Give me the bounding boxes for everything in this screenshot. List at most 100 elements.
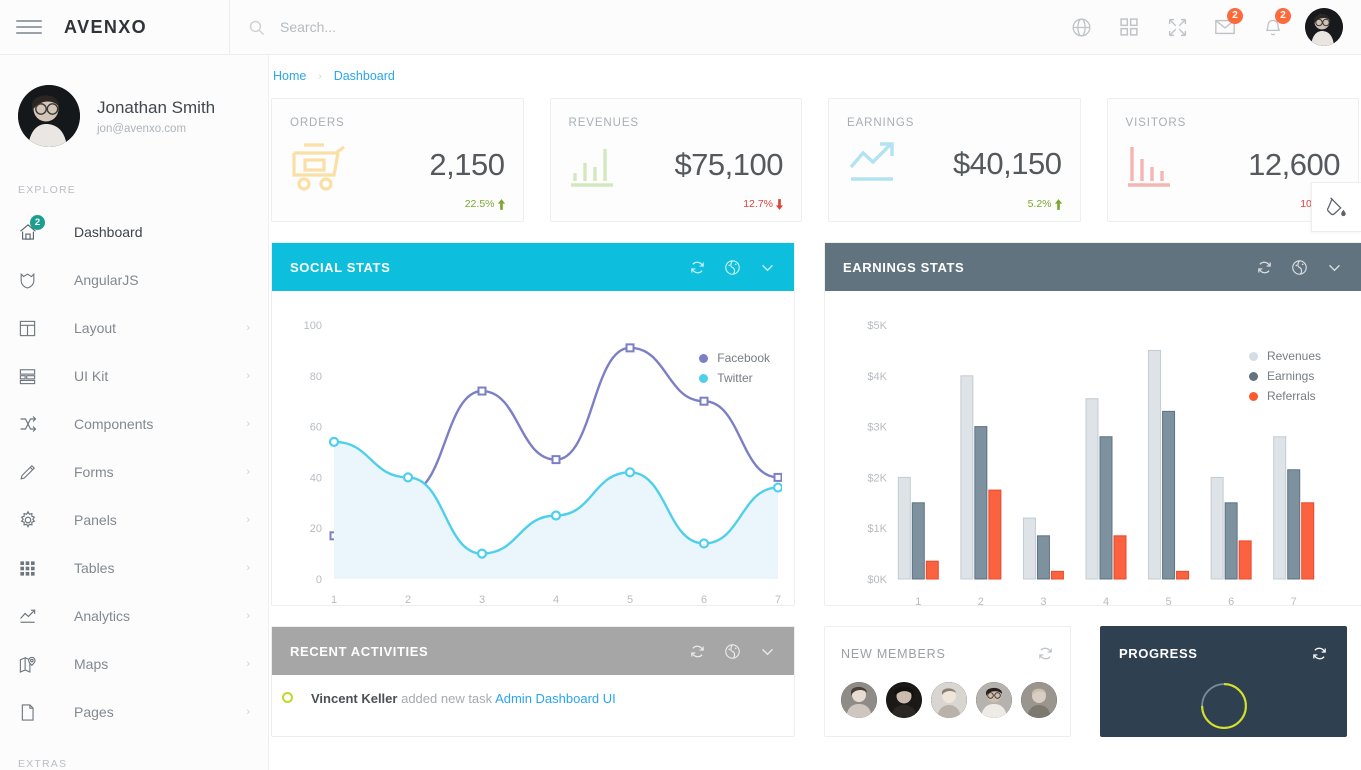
legend-swatch [699,354,708,363]
stat-title: ORDERS [290,117,505,129]
chevron-down-icon[interactable] [759,643,776,660]
panel-header: EARNINGS STATS [825,243,1361,291]
top-bar: AVENXO [0,0,1361,55]
sidebar-item-components[interactable]: Components › [0,400,268,448]
stat-change-value: 12.7% [743,198,773,210]
sidebar-item-layout[interactable]: Layout › [0,304,268,352]
svg-text:$2K: $2K [867,472,887,484]
panel-recent-activities: RECENT ACTIVITIES [271,626,795,737]
theme-settings-button[interactable] [1311,182,1361,232]
palette-icon[interactable] [724,259,741,276]
avatar[interactable] [1021,682,1057,718]
sidebar-item-panels[interactable]: Panels › [0,496,268,544]
palette-icon[interactable] [1291,259,1308,276]
sidebar-item-analytics[interactable]: Analytics › [0,592,268,640]
page-icon [18,703,46,722]
search-input[interactable] [280,19,580,35]
bottom-row: RECENT ACTIVITIES [269,606,1361,737]
stat-card-earnings[interactable]: EARNINGS $40,150 5.2% [828,98,1081,222]
legend-item: Revenues [1249,349,1321,363]
table-icon [18,559,46,578]
sidebar-item-maps[interactable]: Maps › [0,640,268,688]
stat-card-orders[interactable]: ORDERS 2,150 22.5% [271,98,524,222]
cart-icon [290,139,352,191]
sidebar-item-tables[interactable]: Tables › [0,544,268,592]
activity-action: added new task [401,691,492,706]
svg-text:4: 4 [553,594,559,606]
panel-earnings-stats: EARNINGS STATS [824,242,1361,606]
refresh-icon[interactable] [689,259,706,276]
activity-link[interactable]: Admin Dashboard UI [495,691,616,706]
svg-text:40: 40 [310,472,322,484]
svg-text:2: 2 [405,594,411,606]
search-container [229,0,1057,55]
avatar[interactable] [931,682,967,718]
panel-header: RECENT ACTIVITIES [272,627,794,675]
refresh-icon[interactable] [689,643,706,660]
activity-user: Vincent Keller [311,691,397,706]
chevron-right-icon: › [246,466,250,478]
mail-icon[interactable]: 2 [1201,0,1249,55]
chevron-down-icon[interactable] [1326,259,1343,276]
sidebar-item-forms[interactable]: Forms › [0,448,268,496]
list-item[interactable]: Vincent Keller added new task Admin Dash… [272,675,794,709]
sidebar-item-pages[interactable]: Pages › [0,688,268,736]
profile-text: Jonathan Smith jon@avenxo.com [97,97,215,134]
chevron-right-icon: › [246,418,250,430]
grid-icon[interactable] [1105,0,1153,55]
avatar[interactable] [841,682,877,718]
dashboard-badge: 2 [30,215,45,230]
legend-swatch [1249,392,1258,401]
refresh-icon[interactable] [1256,259,1273,276]
sidebar-item-dashboard[interactable]: 2 Dashboard [0,208,268,256]
svg-text:7: 7 [1291,596,1297,608]
avatar[interactable] [976,682,1012,718]
svg-text:$0K: $0K [867,574,887,586]
profile-avatar [18,85,80,147]
chevron-right-icon: › [246,706,250,718]
map-icon [18,655,46,674]
panel-body: Revenues Earnings Referrals $0K$1K$2K$3K… [825,291,1361,605]
refresh-icon[interactable] [1311,645,1328,662]
sidebar-item-label: AngularJS [74,272,250,288]
progress-ring [1139,676,1309,736]
refresh-icon[interactable] [1037,645,1054,662]
pencil-icon [18,463,46,482]
bell-icon[interactable]: 2 [1249,0,1297,55]
menu-toggle-button[interactable] [16,18,42,36]
charts-row: SOCIAL STATS [269,222,1361,606]
breadcrumb-current[interactable]: Dashboard [334,69,395,83]
panel-body: Vincent Keller added new task Admin Dash… [272,675,794,727]
sidebar-item-label: Dashboard [74,224,250,240]
stat-value: 12,600 [1248,147,1340,183]
svg-text:$1K: $1K [867,523,887,535]
chevron-down-icon[interactable] [759,259,776,276]
svg-text:6: 6 [701,594,707,606]
panel-new-members: NEW MEMBERS [824,626,1071,737]
sidebar-item-angularjs[interactable]: AngularJS [0,256,268,304]
histogram-icon [1126,139,1178,191]
avatar[interactable] [886,682,922,718]
svg-text:7: 7 [775,594,781,606]
brand-logo[interactable]: AVENXO [64,17,229,38]
sidebar-section-extras: EXTRAS [0,758,268,770]
sidebar-section-explore: EXPLORE [0,184,268,196]
legend-label: Referrals [1267,389,1316,403]
stat-change: 5.2% [1028,198,1063,210]
sidebar: Jonathan Smith jon@avenxo.com EXPLORE 2 … [0,55,269,770]
paint-bucket-icon [1326,196,1348,218]
svg-text:0: 0 [316,574,322,586]
breadcrumb-home[interactable]: Home [273,69,306,83]
panel-header: SOCIAL STATS [272,243,794,291]
globe-icon[interactable] [1057,0,1105,55]
panel-title: RECENT ACTIVITIES [290,644,689,659]
sidebar-item-ui-kit[interactable]: UI Kit › [0,352,268,400]
panel-social-stats: SOCIAL STATS [271,242,795,606]
stat-body: 2,150 [290,139,505,191]
chart-legend: Revenues Earnings Referrals [1249,349,1321,409]
palette-icon[interactable] [724,643,741,660]
avatar[interactable] [1305,8,1343,46]
stat-card-revenues[interactable]: REVENUES $75,100 12.7% [550,98,803,222]
sidebar-profile[interactable]: Jonathan Smith jon@avenxo.com [0,55,268,147]
fullscreen-icon[interactable] [1153,0,1201,55]
